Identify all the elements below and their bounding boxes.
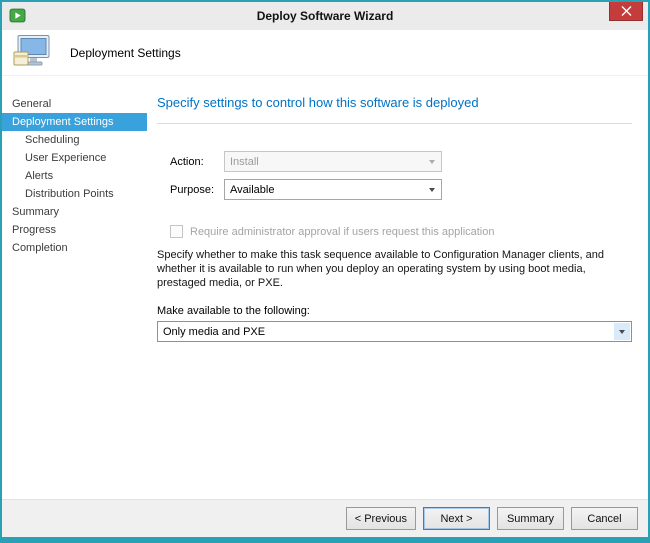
make-available-value: Only media and PXE — [163, 326, 265, 338]
nav-item-alerts[interactable]: Alerts — [2, 167, 147, 185]
heading-divider — [157, 123, 632, 124]
action-value: Install — [230, 156, 259, 168]
chevron-down-icon — [614, 323, 630, 340]
chevron-down-icon — [424, 153, 440, 170]
cancel-button[interactable]: Cancel — [571, 507, 638, 530]
close-button[interactable] — [609, 2, 643, 21]
nav-item-progress[interactable]: Progress — [2, 221, 147, 239]
nav-item-summary[interactable]: Summary — [2, 203, 147, 221]
action-label: Action: — [170, 156, 224, 168]
nav-item-scheduling[interactable]: Scheduling — [2, 131, 147, 149]
deploy-software-wizard-window: Deploy Software Wizard Deployment Settin… — [0, 0, 650, 543]
header-title: Deployment Settings — [70, 46, 181, 60]
make-available-label: Make available to the following: — [157, 305, 632, 317]
wizard-nav: General Deployment Settings Scheduling U… — [2, 76, 147, 499]
chevron-down-icon — [424, 181, 440, 198]
app-icon — [9, 7, 26, 24]
make-available-combobox[interactable]: Only media and PXE — [157, 321, 632, 342]
approval-checkbox-label: Require administrator approval if users … — [190, 226, 495, 238]
purpose-value: Available — [230, 184, 274, 196]
page-content: Specify settings to control how this sof… — [147, 76, 648, 499]
action-row: Action: Install — [157, 151, 632, 172]
approval-row: Require administrator approval if users … — [170, 225, 632, 238]
summary-button[interactable]: Summary — [497, 507, 564, 530]
nav-item-completion[interactable]: Completion — [2, 239, 147, 257]
wizard-header: Deployment Settings — [2, 30, 648, 76]
wizard-body: General Deployment Settings Scheduling U… — [2, 76, 648, 499]
nav-item-user-experience[interactable]: User Experience — [2, 149, 147, 167]
nav-item-deployment-settings[interactable]: Deployment Settings — [2, 113, 147, 131]
action-combobox: Install — [224, 151, 442, 172]
approval-checkbox — [170, 225, 183, 238]
deployment-settings-icon — [12, 34, 56, 72]
button-bar: < Previous Next > Summary Cancel — [2, 499, 648, 537]
window-title: Deploy Software Wizard — [257, 9, 394, 23]
page-heading: Specify settings to control how this sof… — [157, 95, 632, 110]
purpose-row: Purpose: Available — [157, 179, 632, 200]
close-icon — [621, 6, 632, 16]
nav-item-general[interactable]: General — [2, 95, 147, 113]
nav-item-distribution-points[interactable]: Distribution Points — [2, 185, 147, 203]
purpose-combobox[interactable]: Available — [224, 179, 442, 200]
next-button[interactable]: Next > — [423, 507, 490, 530]
settings-form: Action: Install Purpose: Available Req — [157, 151, 632, 342]
previous-button[interactable]: < Previous — [346, 507, 416, 530]
titlebar[interactable]: Deploy Software Wizard — [2, 2, 648, 30]
description-text: Specify whether to make this task sequen… — [157, 248, 632, 290]
purpose-label: Purpose: — [170, 184, 224, 196]
